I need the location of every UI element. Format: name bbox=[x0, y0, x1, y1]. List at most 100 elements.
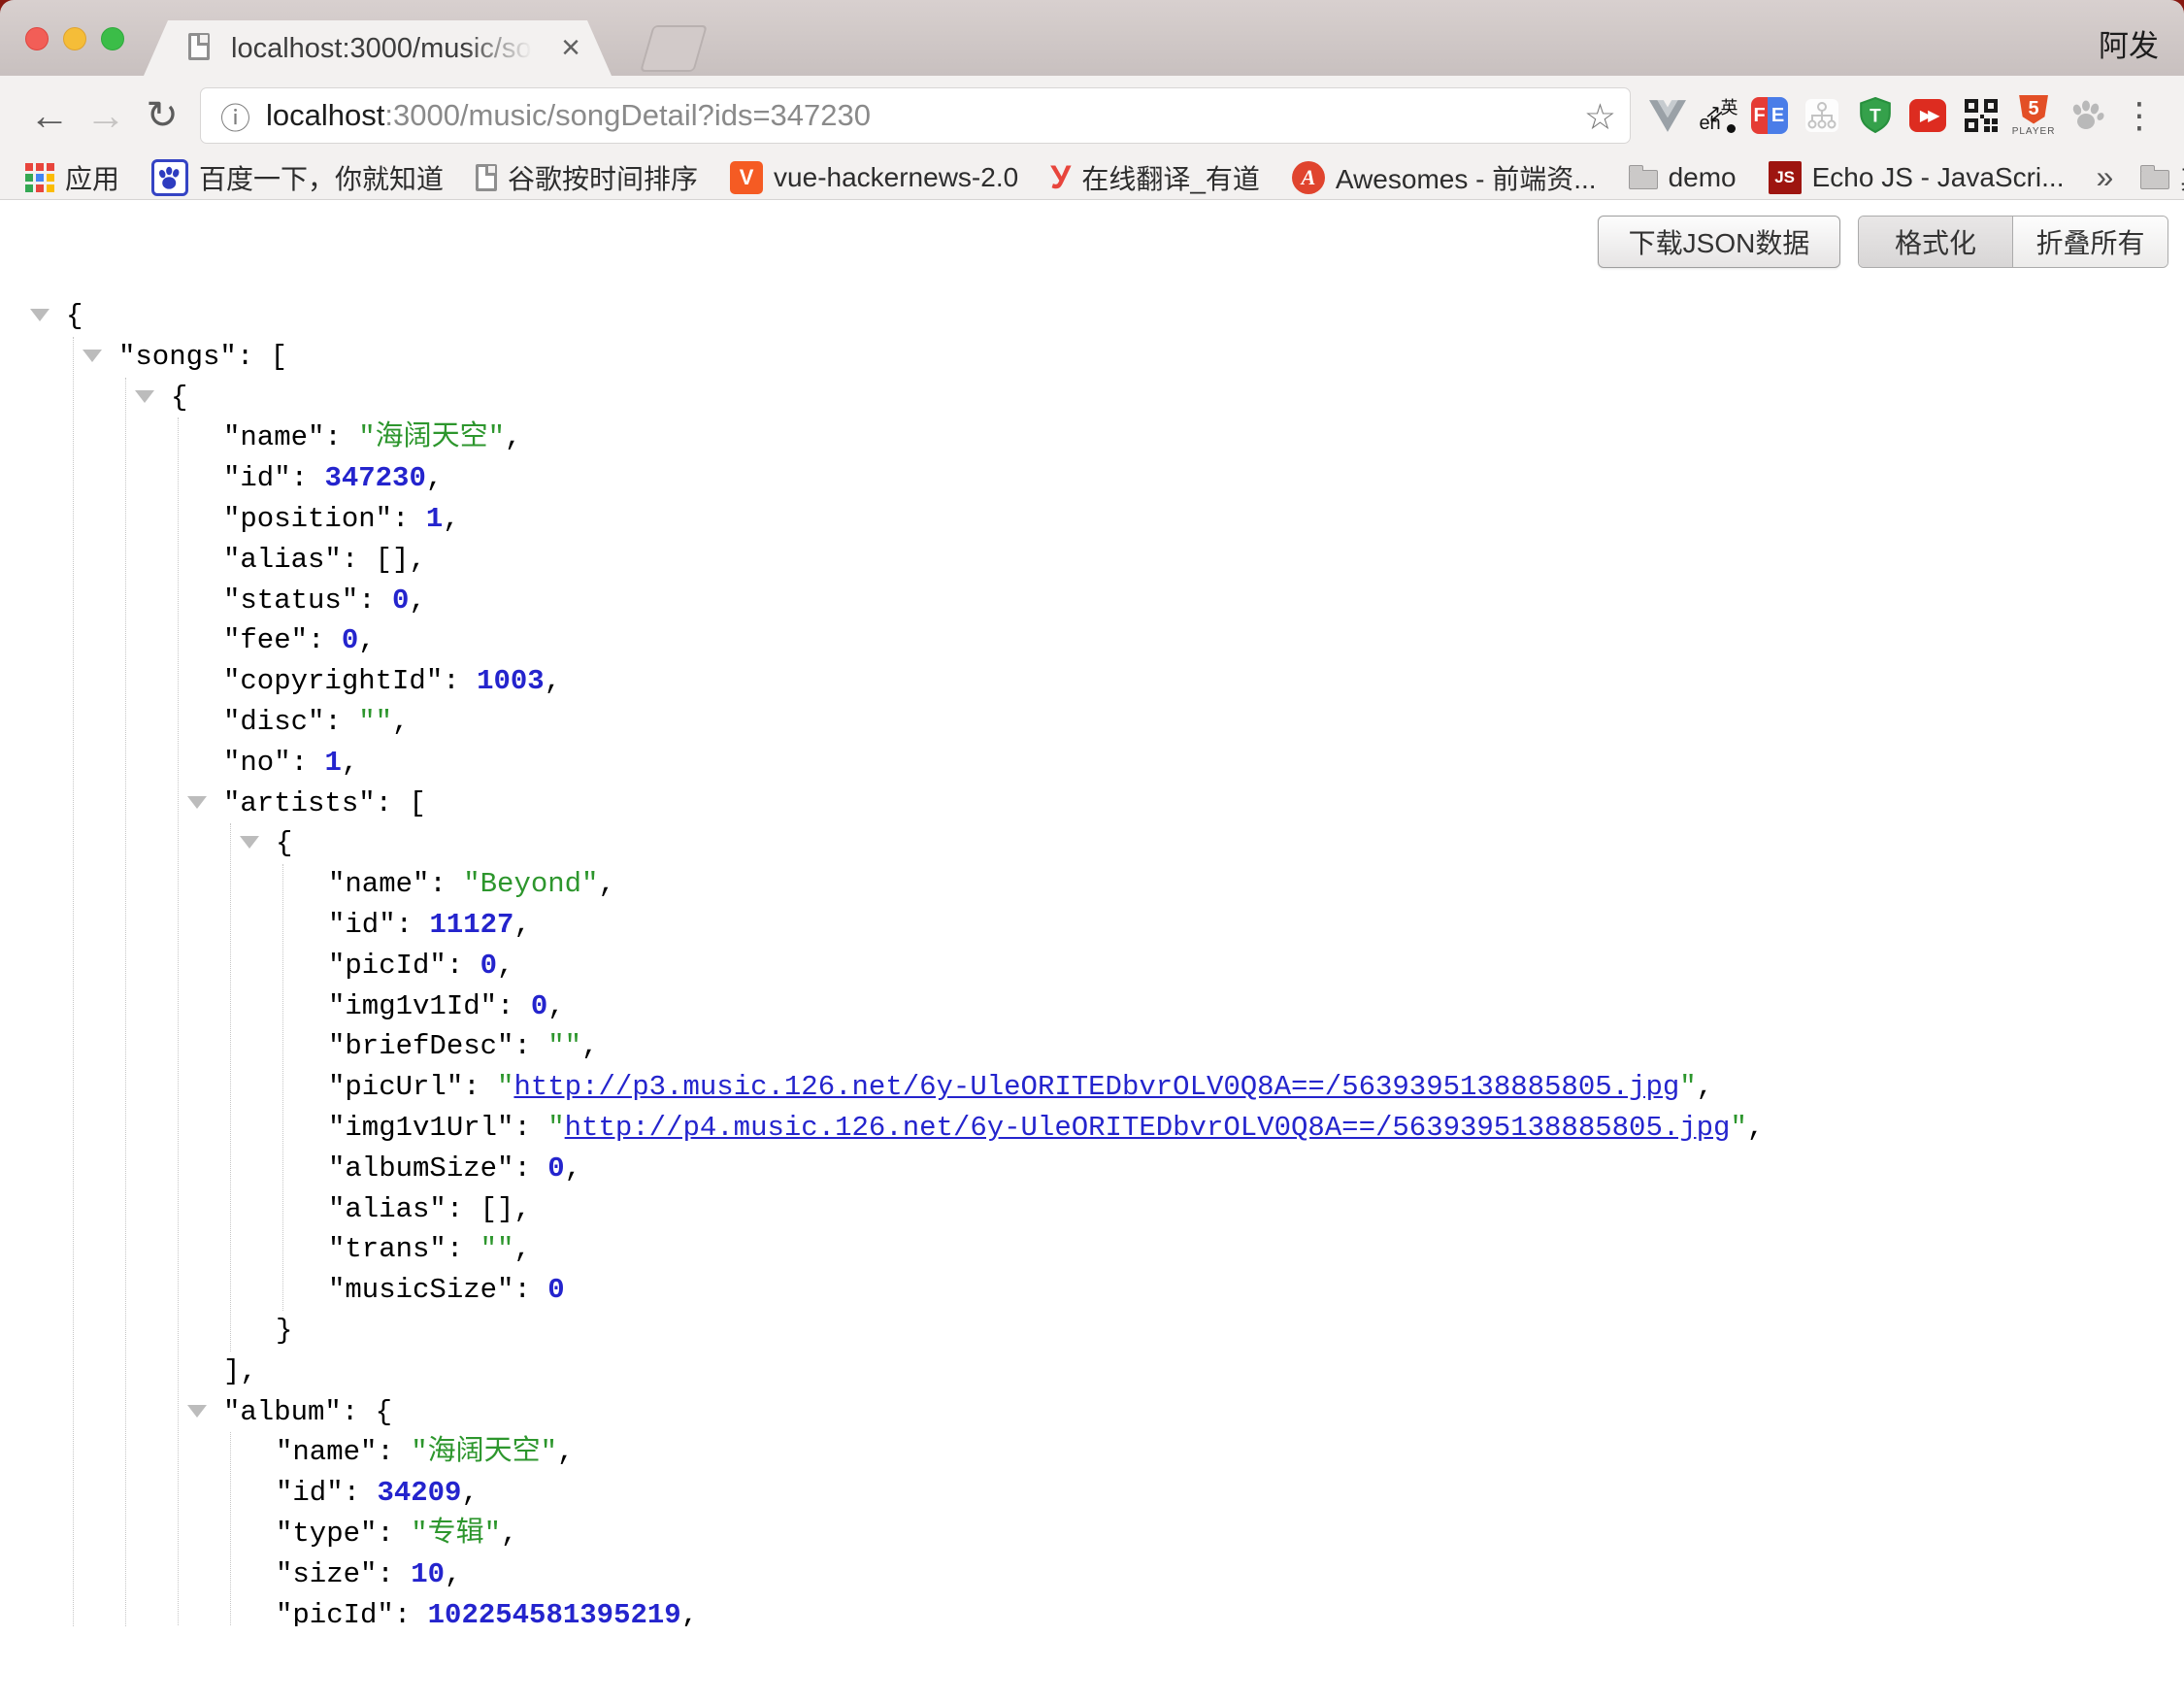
json-row: "img1v1Url": "http://p4.music.126.net/6y… bbox=[283, 1108, 2184, 1149]
json-punc: ], bbox=[223, 1355, 257, 1387]
bookmark-demo-folder[interactable]: demo bbox=[1629, 162, 1737, 193]
forward-button[interactable]: → bbox=[78, 76, 134, 155]
youdao-y-icon: У bbox=[1050, 161, 1071, 194]
chrome-menu-icon[interactable]: ⋮ bbox=[2118, 91, 2161, 140]
folder-icon bbox=[2140, 170, 2169, 189]
bookmark-google-sort[interactable]: 谷歌按时间排序 bbox=[476, 158, 698, 197]
bookmark-star-icon[interactable]: ☆ bbox=[1584, 96, 1616, 138]
tampermonkey-shield-icon[interactable]: T bbox=[1854, 91, 1897, 140]
minimize-window-button[interactable] bbox=[63, 27, 86, 50]
zoom-window-button[interactable] bbox=[101, 27, 124, 50]
json-punc: , bbox=[557, 1436, 574, 1468]
collapse-toggle-icon[interactable] bbox=[187, 1405, 207, 1418]
json-punc: , bbox=[497, 950, 513, 982]
traffic-lights bbox=[25, 27, 124, 50]
json-row: "size": 10, bbox=[231, 1554, 2184, 1595]
json-url-link[interactable]: http://p4.music.126.net/6y-UleORITEDbvrO… bbox=[565, 1112, 1731, 1144]
bookmark-echojs[interactable]: JS Echo JS - JavaScri... bbox=[1769, 161, 2065, 194]
json-punc: : bbox=[377, 1436, 411, 1468]
json-punc: : bbox=[447, 950, 480, 982]
json-punc: : bbox=[291, 747, 325, 779]
other-bookmarks-folder[interactable]: 其他书签 bbox=[2140, 158, 2184, 197]
json-punc: : bbox=[513, 1152, 547, 1185]
json-punc: : bbox=[342, 1396, 376, 1428]
json-key: "trans" bbox=[328, 1233, 447, 1265]
qr-code-icon[interactable] bbox=[1960, 91, 2002, 140]
json-punc: : bbox=[396, 909, 430, 941]
profile-name[interactable]: 阿发 bbox=[2099, 21, 2159, 65]
json-key: "albumSize" bbox=[328, 1152, 513, 1185]
json-num: 11127 bbox=[429, 909, 513, 941]
json-row: "musicSize": 0 bbox=[283, 1270, 2184, 1311]
json-punc: , bbox=[681, 1599, 698, 1627]
address-bar[interactable]: ⓘ localhost:3000/music/songDetail?ids=34… bbox=[200, 87, 1631, 144]
baidu-paw-icon bbox=[151, 159, 188, 196]
bookmark-vue-hackernews[interactable]: V vue-hackernews-2.0 bbox=[730, 161, 1018, 194]
json-punc: } bbox=[276, 1315, 292, 1347]
json-num: 0 bbox=[547, 1274, 564, 1306]
json-punc: , bbox=[1747, 1112, 1764, 1144]
json-punc: , bbox=[513, 1233, 530, 1265]
collapse-toggle-icon[interactable] bbox=[187, 796, 207, 809]
json-str: "" bbox=[358, 706, 392, 738]
bookmark-apps[interactable]: 应用 bbox=[25, 158, 119, 197]
json-children: {"name": "Beyond","id": 11127,"picId": 0… bbox=[230, 823, 2184, 1351]
json-node: {"name": "海阔天空","id": 347230,"position":… bbox=[126, 378, 2184, 1626]
html5-player-icon[interactable]: 5 PLAYER bbox=[2012, 91, 2055, 140]
json-row: "picUrl": "http://p3.music.126.net/6y-Ul… bbox=[283, 1067, 2184, 1108]
site-info-icon[interactable]: ⓘ bbox=[220, 94, 250, 138]
json-key: "fee" bbox=[223, 624, 308, 656]
translate-extension-icon[interactable]: 英 ⇄ en bbox=[1699, 94, 1737, 137]
json-punc: , bbox=[445, 1558, 461, 1590]
video-speed-icon[interactable]: ▶▶ bbox=[1906, 91, 1949, 140]
new-tab-button[interactable] bbox=[640, 25, 708, 72]
json-punc: : bbox=[497, 990, 531, 1022]
collapse-toggle-icon[interactable] bbox=[83, 350, 102, 362]
collapse-toggle-icon[interactable] bbox=[30, 309, 50, 321]
reload-button[interactable]: ↻ bbox=[134, 76, 190, 155]
json-punc: , bbox=[547, 990, 564, 1022]
json-str: "" bbox=[547, 1030, 581, 1062]
collapse-all-button[interactable]: 折叠所有 bbox=[2013, 217, 2167, 267]
json-key: "picUrl" bbox=[328, 1071, 463, 1103]
bookmarks-overflow-chevron[interactable]: » bbox=[2096, 159, 2113, 195]
collapse-toggle-icon[interactable] bbox=[240, 836, 259, 849]
paw-extension-icon[interactable] bbox=[2066, 91, 2108, 140]
vue-v-icon: V bbox=[730, 161, 763, 194]
json-punc: : bbox=[237, 341, 271, 373]
json-key: "name" bbox=[276, 1436, 377, 1468]
json-row: "id": 347230, bbox=[179, 458, 2184, 499]
bookmark-youdao[interactable]: У 在线翻译_有道 bbox=[1050, 158, 1260, 197]
json-punc: [] bbox=[480, 1193, 514, 1225]
json-key: "name" bbox=[328, 868, 429, 900]
json-row: "alias": [], bbox=[179, 540, 2184, 581]
bookmark-awesomes[interactable]: A Awesomes - 前端资... bbox=[1292, 158, 1597, 197]
extensions-area: 英 ⇄ en FE T ▶▶ 5 PLAYER bbox=[1646, 91, 2176, 140]
json-str: "Beyond" bbox=[463, 868, 598, 900]
folder-icon bbox=[1629, 170, 1658, 189]
format-button[interactable]: 格式化 bbox=[1859, 217, 2013, 267]
browser-tab[interactable]: localhost:3000/music/songDet × bbox=[144, 20, 612, 76]
sitemap-extension-icon[interactable] bbox=[1801, 91, 1843, 140]
json-row: "name": "Beyond", bbox=[283, 864, 2184, 905]
collapse-toggle-icon[interactable] bbox=[135, 390, 154, 403]
download-json-button[interactable]: 下载JSON数据 bbox=[1598, 216, 1840, 268]
json-punc: , bbox=[409, 584, 425, 617]
bookmark-baidu[interactable]: 百度一下，你就知道 bbox=[151, 158, 444, 197]
tab-close-icon[interactable]: × bbox=[561, 28, 580, 67]
back-button[interactable]: ← bbox=[21, 76, 78, 155]
json-children: {"name": "海阔天空","id": 347230,"position":… bbox=[125, 378, 2184, 1626]
json-punc: [ bbox=[409, 787, 425, 819]
json-key: "id" bbox=[223, 462, 291, 494]
json-key: "picId" bbox=[276, 1599, 394, 1627]
close-window-button[interactable] bbox=[25, 27, 49, 50]
json-punc: , bbox=[426, 462, 443, 494]
vue-devtools-icon[interactable] bbox=[1646, 91, 1689, 140]
json-row: "type": "专辑", bbox=[231, 1514, 2184, 1554]
json-row: "albumSize": 0, bbox=[283, 1149, 2184, 1189]
fe-extension-icon[interactable]: FE bbox=[1748, 91, 1791, 140]
json-row: } bbox=[231, 1311, 2184, 1352]
json-key: "picId" bbox=[328, 950, 447, 982]
json-url-link[interactable]: http://p3.music.126.net/6y-UleORITEDbvrO… bbox=[513, 1071, 1679, 1103]
json-row: "copyrightId": 1003, bbox=[179, 661, 2184, 702]
